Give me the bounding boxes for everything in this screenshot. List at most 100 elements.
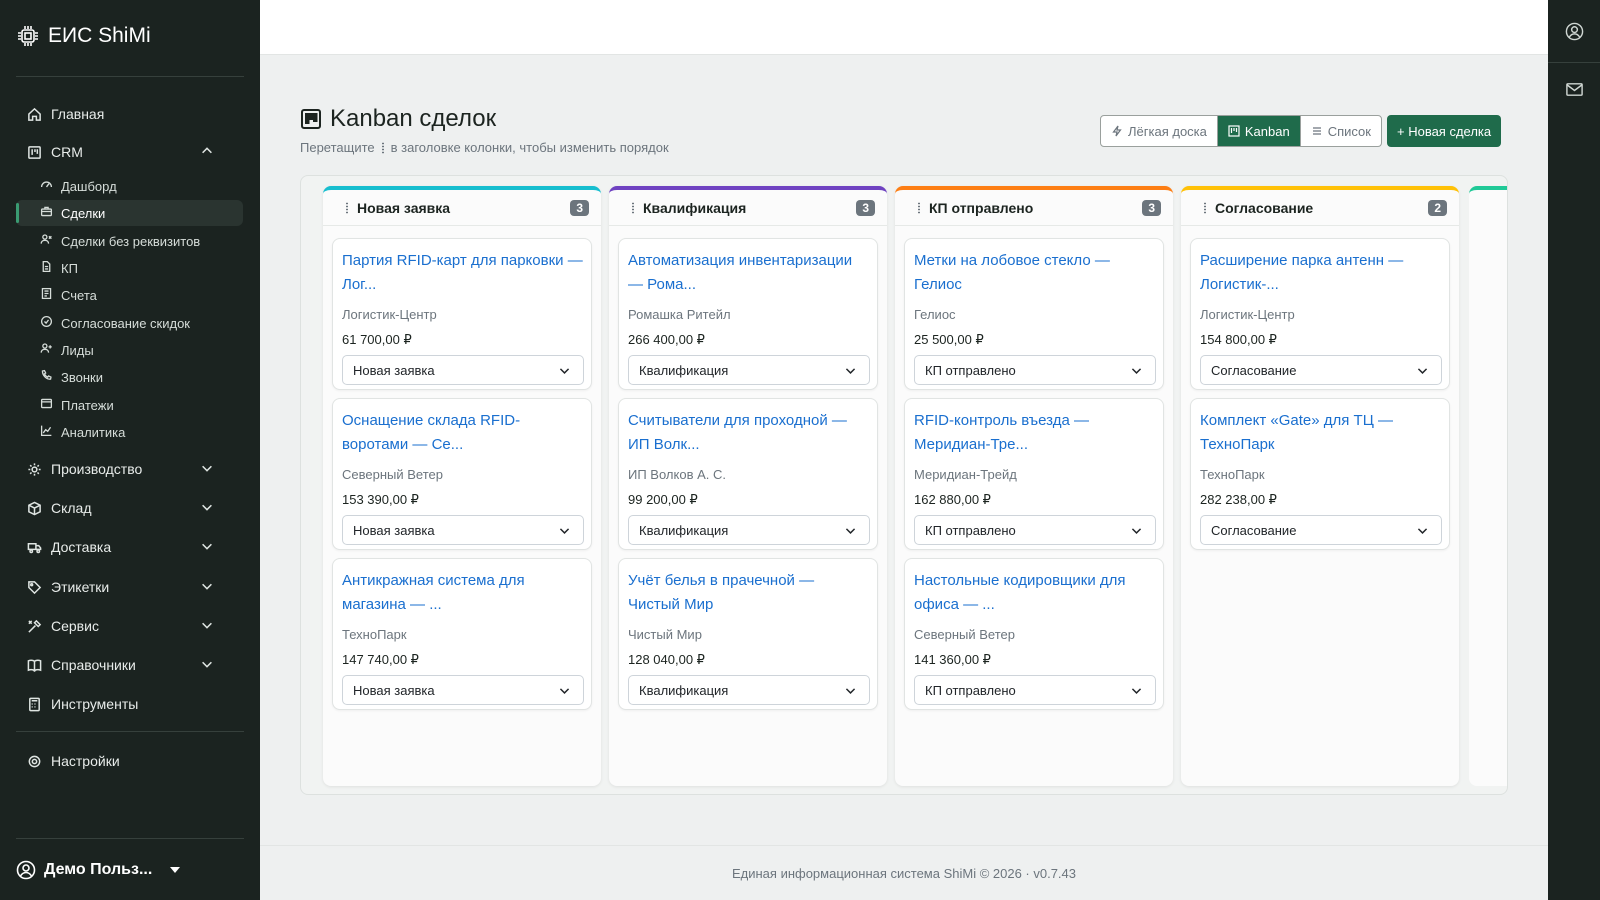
deal-stage-select[interactable]: Согласование [1200, 355, 1442, 385]
deal-title-link[interactable]: RFID-контроль въезда — Меридиан-Тре... [914, 409, 1156, 457]
chevron-down-icon[interactable] [200, 500, 216, 516]
sidebar-item-production[interactable]: Производство [26, 456, 236, 482]
gear-icon [26, 461, 42, 477]
chevron-down-icon[interactable] [200, 579, 216, 595]
sidebar-subitem-discounts[interactable]: Согласование скидок [36, 310, 242, 336]
view-light-board-button[interactable]: Лёгкая доска [1101, 116, 1218, 146]
sidebar-item-label: Этикетки [51, 579, 110, 595]
page-title-text: Kanban сделок [330, 105, 497, 132]
sidebar-subitem-deals[interactable]: Сделки [16, 200, 243, 226]
deal-client: Логистик-Центр [1200, 307, 1295, 322]
deal-title-link[interactable]: Расширение парка антенн — Логистик-... [1200, 249, 1442, 297]
hint-text-after: в заголовке колонки, чтобы изменить поря… [390, 140, 669, 155]
sidebar-subitem-dashboard[interactable]: Дашборд [36, 173, 242, 199]
deal-stage-select[interactable]: КП отправлено [914, 675, 1156, 705]
sidebar-subitem-leads[interactable]: Лиды [36, 337, 242, 363]
right-toolbar [1548, 0, 1600, 900]
page-title: Kanban сделок [300, 105, 496, 133]
grip-vertical-icon[interactable] [917, 201, 921, 214]
deal-card[interactable]: Комплект «Gate» для ТЦ — ТехноПарк ТехноП… [1190, 398, 1450, 550]
deal-title-link[interactable]: Учёт белья в прачечной — Чистый Мир [628, 569, 870, 617]
sidebar-item-labels[interactable]: Этикетки [26, 574, 236, 600]
grip-vertical-icon[interactable] [631, 201, 635, 214]
kanban-column-header[interactable]: Новая заявка 3 [323, 190, 601, 226]
deal-stage-select[interactable]: Новая заявка [342, 675, 584, 705]
deal-title-link[interactable]: Антикражная система для магазина — ... [342, 569, 584, 617]
deal-title-link[interactable]: Комплект «Gate» для ТЦ — ТехноПарк [1200, 409, 1442, 457]
chevron-down-icon[interactable] [200, 657, 216, 673]
book-icon [26, 657, 42, 673]
sidebar-subitem-label: Звонки [61, 369, 103, 385]
user-menu[interactable]: Демо Польз... [16, 857, 181, 883]
deal-stage-select[interactable]: Квалификация [628, 355, 870, 385]
user-profile-icon[interactable] [1565, 22, 1585, 42]
sidebar-subitem-deals-no-details[interactable]: Сделки без реквизитов [36, 228, 242, 254]
deal-card[interactable]: RFID-контроль въезда — Меридиан-Тре... Ме… [904, 398, 1164, 550]
deal-title-link[interactable]: Считыватели для проходной — ИП Волк... [628, 409, 870, 457]
sidebar-subitem-label: Сделки [61, 205, 106, 221]
kanban-column-header[interactable]: Согласование 2 [1181, 190, 1459, 226]
sidebar-item-warehouse[interactable]: Склад [26, 495, 236, 521]
sidebar-item-home[interactable]: Главная [26, 101, 236, 127]
deal-card[interactable]: Считыватели для проходной — ИП Волк... ИП… [618, 398, 878, 550]
cpu-chip-icon [18, 26, 38, 46]
phone-icon [40, 369, 53, 385]
chevron-down-icon[interactable] [200, 618, 216, 634]
kanban-column-header[interactable]: КП отправлено 3 [895, 190, 1173, 226]
chevron-down-icon[interactable] [200, 539, 216, 555]
sidebar-subitem-payments[interactable]: Платежи [36, 392, 242, 418]
deal-card[interactable]: Партия RFID-карт для парковки — Лог... Ло… [332, 238, 592, 390]
sidebar-item-delivery[interactable]: Доставка [26, 534, 236, 560]
deal-card[interactable]: Настольные кодировщики для офиса — ... Се… [904, 558, 1164, 710]
kanban-board: Новая заявка 3 Партия RFID-карт для парков… [300, 175, 1508, 795]
deal-card[interactable]: Расширение парка антенн — Логистик-... Ло… [1190, 238, 1450, 390]
deal-title-link[interactable]: Оснащение склада RFID-воротами — Се... [342, 409, 584, 457]
sidebar-subitem-calls[interactable]: Звонки [36, 364, 242, 390]
sidebar-item-service[interactable]: Сервис [26, 613, 236, 639]
deal-stage-select[interactable]: Новая заявка [342, 515, 584, 545]
deal-title-link[interactable]: Автоматизация инвентаризации — Рома... [628, 249, 870, 297]
tag-icon [26, 579, 42, 595]
deal-card[interactable]: Автоматизация инвентаризации — Рома... Ро… [618, 238, 878, 390]
new-deal-button[interactable]: + Новая сделка [1387, 115, 1502, 147]
sidebar-item-label: Сервис [51, 618, 99, 634]
sidebar-item-settings[interactable]: Настройки [26, 748, 236, 774]
deal-stage-select[interactable]: КП отправлено [914, 515, 1156, 545]
deal-card[interactable]: Оснащение склада RFID-воротами — Се... Се… [332, 398, 592, 550]
chevron-up-icon[interactable] [200, 144, 216, 160]
sidebar-subitem-analytics[interactable]: Аналитика [36, 419, 242, 445]
footer: Единая информационная система ShiMi © 20… [260, 845, 1548, 900]
grip-vertical-icon[interactable] [345, 201, 349, 214]
deal-title-link[interactable]: Метки на лобовое стекло — Гелиос [914, 249, 1156, 297]
mail-icon[interactable] [1565, 80, 1585, 100]
box-icon [26, 500, 42, 516]
sidebar-item-references[interactable]: Справочники [26, 652, 236, 678]
sidebar-item-crm[interactable]: CRM [26, 139, 236, 165]
sidebar-item-label: CRM [51, 144, 83, 160]
deal-stage-select[interactable]: Новая заявка [342, 355, 584, 385]
view-list-button[interactable]: Список [1301, 116, 1381, 146]
sidebar-subitem-label: Согласование скидок [61, 315, 190, 331]
kanban-column: Новая заявка 3 Партия RFID-карт для парков… [323, 186, 601, 786]
brand-logo[interactable]: ЕИС ShiMi [16, 20, 151, 52]
deal-stage-select[interactable]: КП отправлено [914, 355, 1156, 385]
deal-title-link[interactable]: Настольные кодировщики для офиса — ... [914, 569, 1156, 617]
chevron-down-icon [1130, 684, 1143, 697]
sidebar-item-label: Главная [51, 106, 105, 122]
deal-stage-select[interactable]: Квалификация [628, 675, 870, 705]
grip-vertical-icon[interactable] [1203, 201, 1207, 214]
kanban-column-header[interactable]: Квалификация 3 [609, 190, 887, 226]
deal-card[interactable]: Метки на лобовое стекло — Гелиос Гелиос 25… [904, 238, 1164, 390]
sidebar-item-tools[interactable]: Инструменты [26, 691, 236, 717]
sidebar-subitem-invoices[interactable]: Счета [36, 282, 242, 308]
caret-down-icon [170, 867, 181, 873]
deal-stage-select[interactable]: Квалификация [628, 515, 870, 545]
deal-amount: 128 040,00 ₽ [628, 652, 705, 667]
sidebar-subitem-kp[interactable]: КП [36, 255, 242, 281]
deal-title-link[interactable]: Партия RFID-карт для парковки — Лог... [342, 249, 584, 297]
deal-card[interactable]: Антикражная система для магазина — ... Те… [332, 558, 592, 710]
chevron-down-icon[interactable] [200, 461, 216, 477]
deal-card[interactable]: Учёт белья в прачечной — Чистый Мир Чисты… [618, 558, 878, 710]
deal-stage-select[interactable]: Согласование [1200, 515, 1442, 545]
view-kanban-button[interactable]: Kanban [1217, 116, 1301, 146]
